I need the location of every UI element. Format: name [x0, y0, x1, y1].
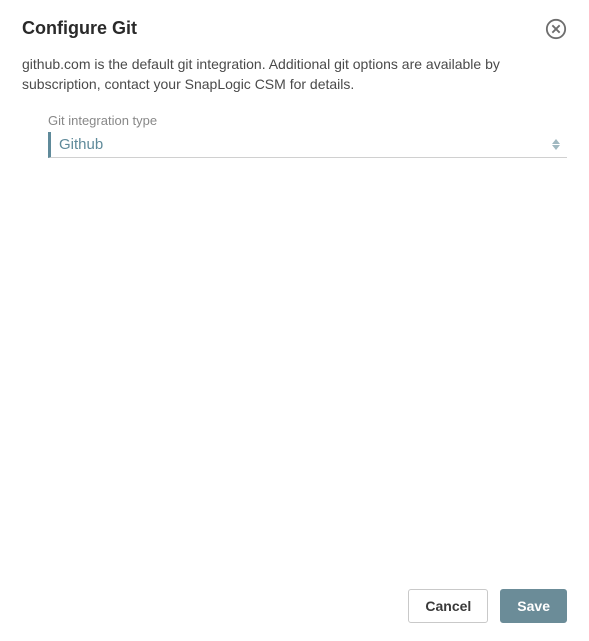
configure-git-dialog: Configure Git github.com is the default … [0, 0, 589, 641]
cancel-button[interactable]: Cancel [408, 589, 488, 623]
git-integration-type-value: Github [59, 136, 103, 153]
close-button[interactable] [545, 18, 567, 40]
close-icon [545, 18, 567, 40]
save-button[interactable]: Save [500, 589, 567, 623]
dialog-footer: Cancel Save [22, 577, 567, 623]
sort-arrows-icon [551, 136, 561, 152]
dialog-title: Configure Git [22, 18, 137, 39]
git-integration-type-field: Git integration type Github [22, 113, 567, 158]
dialog-header: Configure Git [22, 18, 567, 40]
git-integration-type-label: Git integration type [48, 113, 567, 128]
git-integration-type-select[interactable]: Github [48, 132, 567, 158]
form-body: Git integration type Github [22, 113, 567, 577]
dialog-description: github.com is the default git integratio… [22, 54, 567, 95]
